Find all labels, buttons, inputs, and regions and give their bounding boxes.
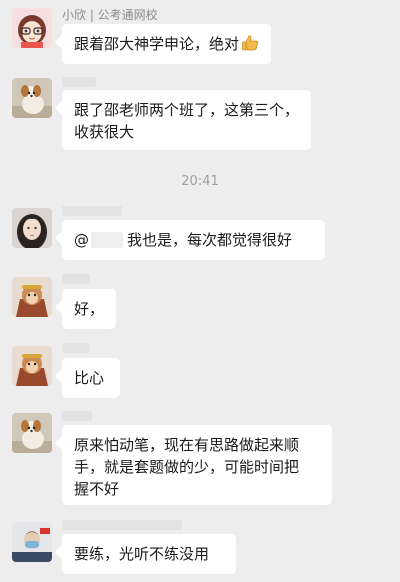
avatar-monkey-king[interactable] (12, 277, 52, 317)
message-bubble[interactable]: 原来怕动笔，现在有思路做起来顺 手，就是套题做的少，可能时间把 握不好 (62, 425, 332, 505)
avatar-dog[interactable] (12, 413, 52, 453)
chat-timestamp: 20:41 (181, 174, 219, 189)
message-bubble[interactable]: 要练，光听不练没用 (62, 534, 236, 574)
message-text: 比心 (74, 369, 105, 387)
dog-avatar-icon (12, 78, 52, 118)
avatar-monkey-king[interactable] (12, 346, 52, 386)
sender-name-redacted (62, 206, 122, 216)
message-text: 要练，光听不练没用 (74, 545, 210, 563)
message-text: 跟着邵大神学申论，绝对 (74, 35, 240, 53)
sender-name-redacted (62, 520, 182, 530)
message-bubble[interactable]: 比心 (62, 358, 120, 398)
message-text-line: 握不好 (74, 480, 120, 498)
avatar-man-mask[interactable] (12, 522, 52, 562)
message-bubble[interactable]: 跟了邵老师两个班了，这第三个， 收获很大 (62, 90, 312, 150)
mention-name-redacted (91, 232, 123, 248)
avatar-dog[interactable] (12, 78, 52, 118)
avatar-cartoon-girl[interactable] (12, 8, 52, 48)
dog-avatar-icon (12, 413, 52, 453)
sender-name-redacted (62, 77, 96, 87)
man-with-mask-avatar-icon (12, 522, 52, 562)
message-bubble[interactable]: 跟着邵大神学申论，绝对 (62, 24, 272, 64)
cartoon-girl-avatar-icon (12, 8, 52, 48)
sender-name-redacted (62, 274, 90, 284)
message-text-line: 跟了邵老师两个班了，这第三个， (74, 101, 300, 119)
monkey-king-avatar-icon (12, 277, 52, 317)
message-text-line: 原来怕动笔，现在有思路做起来顺 (74, 436, 300, 454)
message-text: 我也是，每次都觉得很好 (127, 231, 293, 249)
sender-name: 小欣 | 公考通网校 (62, 8, 158, 22)
message-text-line: 手，就是套题做的少，可能时间把 (74, 458, 300, 476)
woman-avatar-icon (12, 208, 52, 248)
sender-name-redacted (62, 343, 90, 353)
thumbs-up-icon (241, 34, 259, 58)
message-text-line: 收获很大 (74, 123, 135, 141)
mention-at-sign: @ (74, 231, 89, 249)
message-text: 好， (74, 300, 105, 318)
message-bubble[interactable]: @ 我也是，每次都觉得很好 (62, 220, 325, 260)
message-bubble[interactable]: 好， (62, 289, 116, 329)
avatar-woman[interactable] (12, 208, 52, 248)
sender-name-redacted (62, 411, 92, 421)
monkey-king-avatar-icon (12, 346, 52, 386)
